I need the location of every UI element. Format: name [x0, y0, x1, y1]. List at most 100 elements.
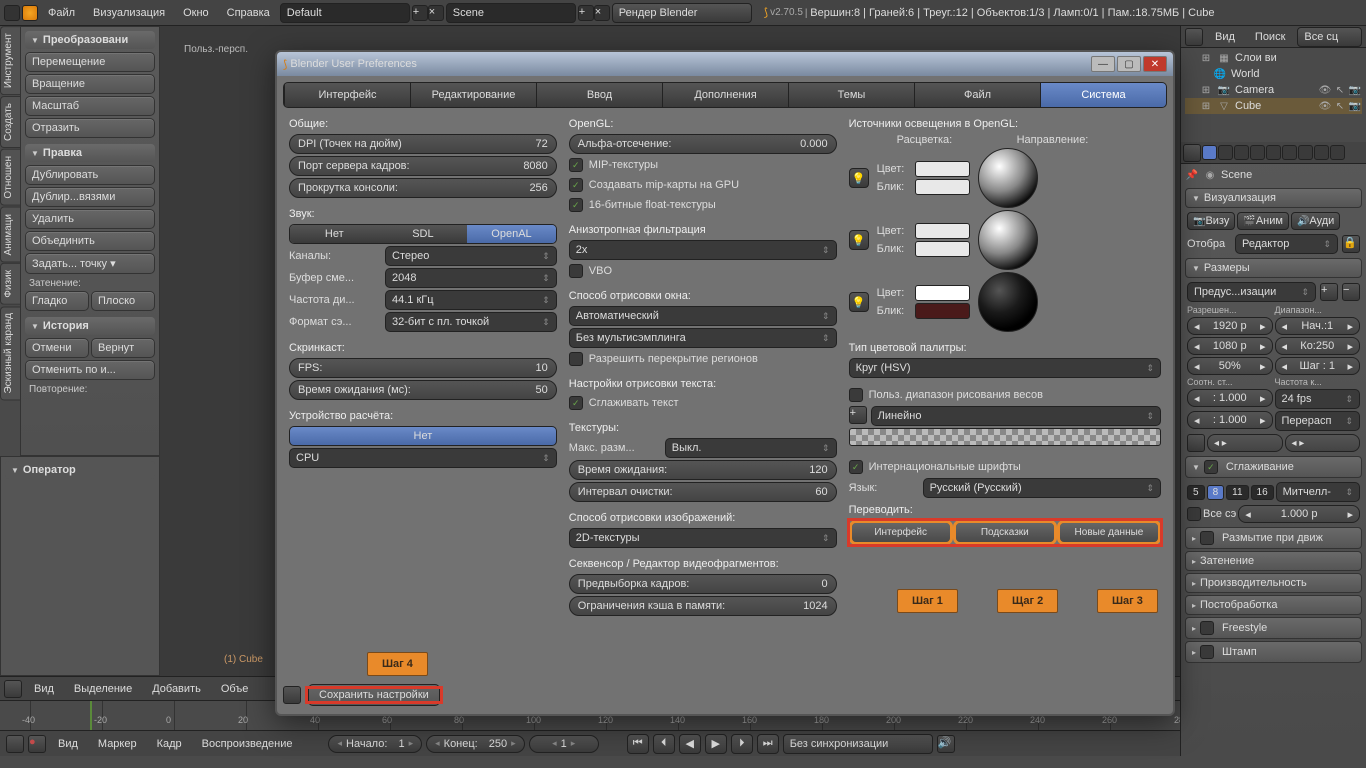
image-draw-dropdown[interactable]: 2D-текстуры	[569, 528, 837, 548]
display-dropdown[interactable]: Редактор	[1235, 234, 1338, 254]
save-settings-button[interactable]: Сохранить настройки	[308, 684, 440, 706]
tab-system[interactable]: Система	[1040, 83, 1166, 107]
eye-icon[interactable]: 👁	[1318, 83, 1332, 97]
del-scene-icon[interactable]: ×	[594, 5, 610, 21]
crop-field[interactable]: ◂ ▸	[1285, 434, 1361, 452]
ol-menu-view[interactable]: Вид	[1207, 28, 1243, 46]
light1-toggle[interactable]: 💡	[849, 168, 869, 188]
ol-menu-search[interactable]: Поиск	[1247, 28, 1293, 46]
light1-spec-swatch[interactable]	[915, 179, 970, 195]
ol-row-world[interactable]: 🌐World	[1185, 66, 1362, 82]
history-header[interactable]: История	[25, 317, 155, 335]
channels-dropdown[interactable]: Стерео	[385, 246, 557, 266]
language-dropdown[interactable]: Русский (Русский)	[923, 478, 1161, 498]
audio-button[interactable]: 🔊Ауди	[1291, 212, 1340, 230]
fullsample-checkbox[interactable]	[1187, 507, 1201, 521]
gpu-mipmap-checkbox[interactable]: ✓Создавать mip-карты на GPU	[569, 176, 837, 194]
keyframe-prev-icon[interactable]: ⏴	[653, 734, 675, 754]
timeline-editor-icon[interactable]	[6, 735, 24, 753]
pin-icon[interactable]: 📌	[1185, 168, 1199, 182]
props-breadcrumb[interactable]: Scene	[1221, 169, 1252, 181]
samples-8[interactable]: 8	[1207, 485, 1225, 500]
memcache-field[interactable]: Ограничения кэша в памяти:1024	[569, 596, 837, 616]
modal-titlebar[interactable]: ⟆ Blender User Preferences — ▢ ✕	[277, 52, 1173, 76]
cpu-dropdown[interactable]: CPU	[289, 448, 557, 468]
tab-interface[interactable]: Интерфейс	[284, 83, 410, 107]
editor-type-icon[interactable]	[4, 5, 20, 21]
aniso-dropdown[interactable]: 2x	[569, 240, 837, 260]
mipmap-checkbox[interactable]: ✓MIP-текстуры	[569, 156, 837, 174]
tab-file[interactable]: Файл	[914, 83, 1040, 107]
delete-button[interactable]: Удалить	[25, 209, 155, 229]
pixel-filter-field[interactable]: ◂ 1.000 р ▸	[1238, 505, 1360, 523]
vtab-tools[interactable]: Инструмент	[0, 26, 20, 95]
data-tab-icon[interactable]	[1314, 145, 1329, 160]
res-pct-field[interactable]: ◂ 50% ▸	[1187, 357, 1273, 375]
close-icon[interactable]: ✕	[1143, 56, 1167, 72]
add-preset-icon[interactable]: +	[1320, 283, 1338, 301]
ol-filter-dropdown[interactable]: Все сц	[1297, 27, 1362, 47]
dpi-field[interactable]: DPI (Точек на дюйм)72	[289, 134, 557, 154]
sync-mode[interactable]: Без синхронизации	[783, 734, 933, 754]
filter-dropdown[interactable]: Митчелл-	[1276, 482, 1360, 502]
ol-row-camera[interactable]: ⊞📷Camera👁↖📷	[1185, 82, 1362, 98]
duplicate-linked-button[interactable]: Дублир...вязями	[25, 187, 155, 207]
vp-menu-view[interactable]: Вид	[26, 680, 62, 698]
samples-16[interactable]: 16	[1251, 485, 1274, 500]
region-overlap-checkbox[interactable]: Разрешить перекрытие регионов	[569, 350, 837, 368]
wait-field[interactable]: Время ожидания (мс):50	[289, 380, 557, 400]
dimensions-section[interactable]: Размеры	[1185, 258, 1362, 278]
tex-gc-field[interactable]: Интервал очистки:60	[569, 482, 837, 502]
post-section[interactable]: Постобработка	[1185, 595, 1362, 615]
del-preset-icon[interactable]: −	[1342, 283, 1360, 301]
light2-direction-sphere[interactable]	[978, 210, 1038, 270]
ol-row-renderlayers[interactable]: ⊞▦Слои ви	[1185, 50, 1362, 66]
light2-spec-swatch[interactable]	[915, 241, 970, 257]
fps-field[interactable]: FPS:10	[289, 358, 557, 378]
aspect-y-field[interactable]: ◂ : 1.000 ▸	[1187, 411, 1273, 429]
palette-dropdown[interactable]: Круг (HSV)	[849, 358, 1161, 378]
vp-menu-add[interactable]: Добавить	[144, 680, 209, 698]
tab-input[interactable]: Ввод	[536, 83, 662, 107]
jump-start-icon[interactable]: ⏮	[627, 734, 649, 754]
start-frame-field[interactable]: Начало: 1	[328, 735, 422, 753]
object-tab-icon[interactable]	[1266, 145, 1281, 160]
maximize-icon[interactable]: ▢	[1117, 56, 1141, 72]
freestyle-section[interactable]: Freestyle	[1185, 617, 1362, 639]
light1-color-swatch[interactable]	[915, 161, 970, 177]
alpha-clip-field[interactable]: Альфа-отсечение:0.000	[569, 134, 837, 154]
remap-dropdown[interactable]: Перерасп	[1275, 411, 1361, 431]
text-aa-checkbox[interactable]: ✓Сглаживать текст	[569, 394, 837, 412]
sound-backend-segment[interactable]: Нет SDL OpenAL	[289, 224, 557, 244]
intl-fonts-checkbox[interactable]: ✓Интернациональные шрифты	[849, 458, 1161, 476]
engine-selector[interactable]: Рендер Blender	[612, 3, 752, 23]
redo-button[interactable]: Вернут	[91, 338, 155, 358]
move-button[interactable]: Перемещение	[25, 52, 155, 72]
res-x-field[interactable]: ◂ 1920 р ▸	[1187, 317, 1273, 335]
buffer-dropdown[interactable]: 2048	[385, 268, 557, 288]
keyframe-next-icon[interactable]: ⏵	[731, 734, 753, 754]
scene-tab-icon[interactable]	[1234, 145, 1249, 160]
menu-help[interactable]: Справка	[219, 4, 278, 22]
cursor-icon[interactable]: ↖	[1333, 99, 1347, 113]
frame-start-field[interactable]: ◂ Нач.:1 ▸	[1275, 317, 1361, 335]
border-checkbox[interactable]	[1187, 434, 1205, 452]
timeline-cursor[interactable]	[90, 701, 92, 730]
format-dropdown[interactable]: 32-бит с пл. точкой	[385, 312, 557, 332]
lock-icon[interactable]: 🔒	[1342, 235, 1360, 253]
add-scene-icon[interactable]: +	[578, 5, 594, 21]
set-origin-button[interactable]: Задать... точку ▾	[25, 253, 155, 274]
compute-device-button[interactable]: Нет	[289, 426, 557, 446]
frame-end-field[interactable]: ◂ Ко:250 ▸	[1275, 337, 1361, 355]
fps-dropdown[interactable]: 24 fps	[1275, 389, 1361, 409]
edit-header[interactable]: Правка	[25, 144, 155, 162]
samples-11[interactable]: 11	[1226, 485, 1248, 500]
tl-menu-marker[interactable]: Маркер	[90, 735, 145, 753]
light3-toggle[interactable]: 💡	[849, 292, 869, 312]
vp-menu-select[interactable]: Выделение	[66, 680, 140, 698]
tl-menu-frame[interactable]: Кадр	[149, 735, 190, 753]
mirror-button[interactable]: Отразить	[25, 118, 155, 138]
end-frame-field[interactable]: Конец: 250	[426, 735, 525, 753]
port-field[interactable]: Порт сервера кадров:8080	[289, 156, 557, 176]
vtab-relations[interactable]: Отношен	[0, 149, 20, 206]
